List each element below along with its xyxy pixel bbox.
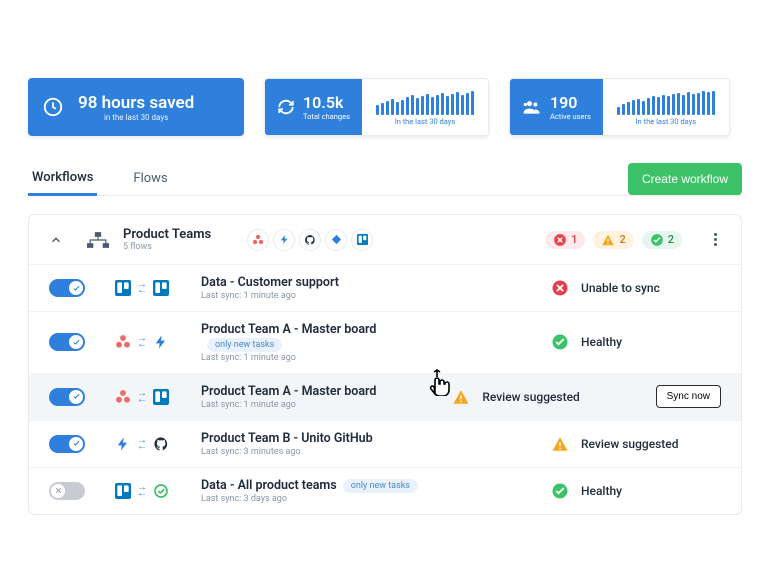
flow-connectors: →←	[115, 280, 179, 296]
only-new-tag: only new tasks	[207, 338, 282, 352]
group-title: Product Teams	[123, 227, 211, 242]
jira-icon	[325, 229, 347, 251]
flow-name[interactable]: Product Team A - Master board	[201, 322, 376, 337]
sync-arrows-icon: →←	[137, 391, 147, 403]
stat-users-sub: In the last 30 days	[636, 117, 697, 126]
sync-icon	[277, 98, 295, 116]
flow-status: Review suggested	[581, 437, 678, 451]
trello-icon	[153, 280, 169, 296]
flow-connectors: →←	[115, 436, 179, 452]
warning-icon	[551, 435, 569, 453]
trello-icon	[351, 229, 373, 251]
bolt-icon	[273, 229, 295, 251]
stat-changes-label: Total changes	[303, 112, 350, 121]
sync-arrows-icon: →←	[137, 336, 147, 348]
workflows-panel: Product Teams 5 flows 1 2 2 →← Data - Cu…	[28, 214, 742, 515]
stat-changes-sub: In the last 30 days	[395, 117, 456, 126]
sync-arrows-icon: →←	[137, 438, 147, 450]
users-icon	[522, 97, 542, 117]
trello-icon	[153, 389, 169, 405]
flow-name[interactable]: Product Team A - Master board	[201, 384, 419, 399]
only-new-tag: only new tasks	[343, 479, 418, 493]
cursor-pointer-icon	[427, 368, 451, 402]
flow-connectors: →←	[115, 389, 179, 405]
workflow-diagram-icon	[87, 232, 109, 248]
flow-row: →← Data - All product teams only new task…	[29, 467, 741, 514]
flow-name[interactable]: Data - Customer support	[201, 275, 419, 290]
stats-row: 98 hours saved in the last 30 days 10.5k…	[28, 78, 742, 136]
bolt-icon	[153, 334, 169, 350]
sparkline-changes	[376, 91, 474, 115]
stat-active-users: 190 Active users In the last 30 days	[509, 78, 730, 136]
flow-row: →← Product Team A - Master boardonly new…	[29, 311, 741, 373]
asana-icon	[115, 389, 131, 405]
tab-workflows[interactable]: Workflows	[28, 162, 97, 196]
flow-toggle[interactable]	[49, 388, 85, 406]
flow-row: →← Data - Customer support Last sync: 1 …	[29, 264, 741, 311]
group-header[interactable]: Product Teams 5 flows 1 2 2	[29, 215, 741, 264]
github-icon	[153, 436, 169, 452]
tab-flows[interactable]: Flows	[129, 163, 171, 194]
flow-name[interactable]: Data - All product teams	[201, 478, 337, 493]
check-circle-icon	[153, 483, 169, 499]
sync-arrows-icon: →←	[137, 282, 147, 294]
badge-warning: 2	[593, 231, 633, 249]
healthy-icon	[551, 482, 569, 500]
stat-changes-value: 10.5k	[303, 93, 350, 112]
bolt-icon	[115, 436, 131, 452]
flow-row: →← Product Team B - Unito GitHub Last sy…	[29, 420, 741, 467]
chevron-up-icon	[49, 233, 63, 247]
badge-ok: 2	[642, 231, 682, 249]
flow-toggle[interactable]	[49, 333, 85, 351]
trello-icon	[115, 483, 131, 499]
stat-total-changes: 10.5k Total changes In the last 30 days	[264, 78, 489, 136]
stat-hours-saved: 98 hours saved in the last 30 days	[28, 78, 244, 136]
sync-arrows-icon: →←	[137, 485, 147, 497]
flow-toggle[interactable]	[49, 279, 85, 297]
group-menu-button[interactable]	[710, 229, 721, 250]
flow-status: Unable to sync	[581, 281, 660, 295]
flow-last-sync: Last sync: 1 minute ago	[201, 353, 419, 363]
trello-icon	[115, 280, 131, 296]
flow-status: Healthy	[581, 484, 622, 498]
error-icon	[551, 279, 569, 297]
create-workflow-button[interactable]: Create workflow	[628, 163, 742, 195]
flow-status: Review suggested	[482, 390, 579, 404]
connected-apps	[247, 229, 373, 251]
flow-name[interactable]: Product Team B - Unito GitHub	[201, 431, 419, 446]
flow-last-sync: Last sync: 3 days ago	[201, 494, 419, 504]
asana-icon	[115, 334, 131, 350]
stat-hours-value: 98 hours saved	[78, 93, 194, 113]
asana-icon	[247, 229, 269, 251]
stat-hours-sub: in the last 30 days	[78, 113, 194, 122]
clock-icon	[42, 96, 64, 118]
flow-toggle[interactable]	[49, 482, 85, 500]
flow-row: →← Product Team A - Master board Last sy…	[29, 373, 741, 420]
stat-users-value: 190	[550, 93, 591, 112]
tabs-bar: Workflows Flows Create workflow	[28, 162, 742, 196]
group-subtitle: 5 flows	[123, 242, 211, 252]
healthy-icon	[551, 333, 569, 351]
badge-error: 1	[545, 231, 585, 249]
flow-last-sync: Last sync: 1 minute ago	[201, 400, 419, 410]
flow-connectors: →←	[115, 334, 179, 350]
status-badges: 1 2 2	[545, 231, 682, 249]
github-icon	[299, 229, 321, 251]
warning-icon	[452, 388, 470, 406]
flow-last-sync: Last sync: 1 minute ago	[201, 291, 419, 301]
stat-users-label: Active users	[550, 112, 591, 121]
flow-last-sync: Last sync: 3 minutes ago	[201, 447, 419, 457]
sparkline-users	[617, 91, 715, 115]
flow-toggle[interactable]	[49, 435, 85, 453]
sync-now-button[interactable]: Sync now	[656, 385, 721, 408]
flow-connectors: →←	[115, 483, 179, 499]
flow-status: Healthy	[581, 335, 622, 349]
